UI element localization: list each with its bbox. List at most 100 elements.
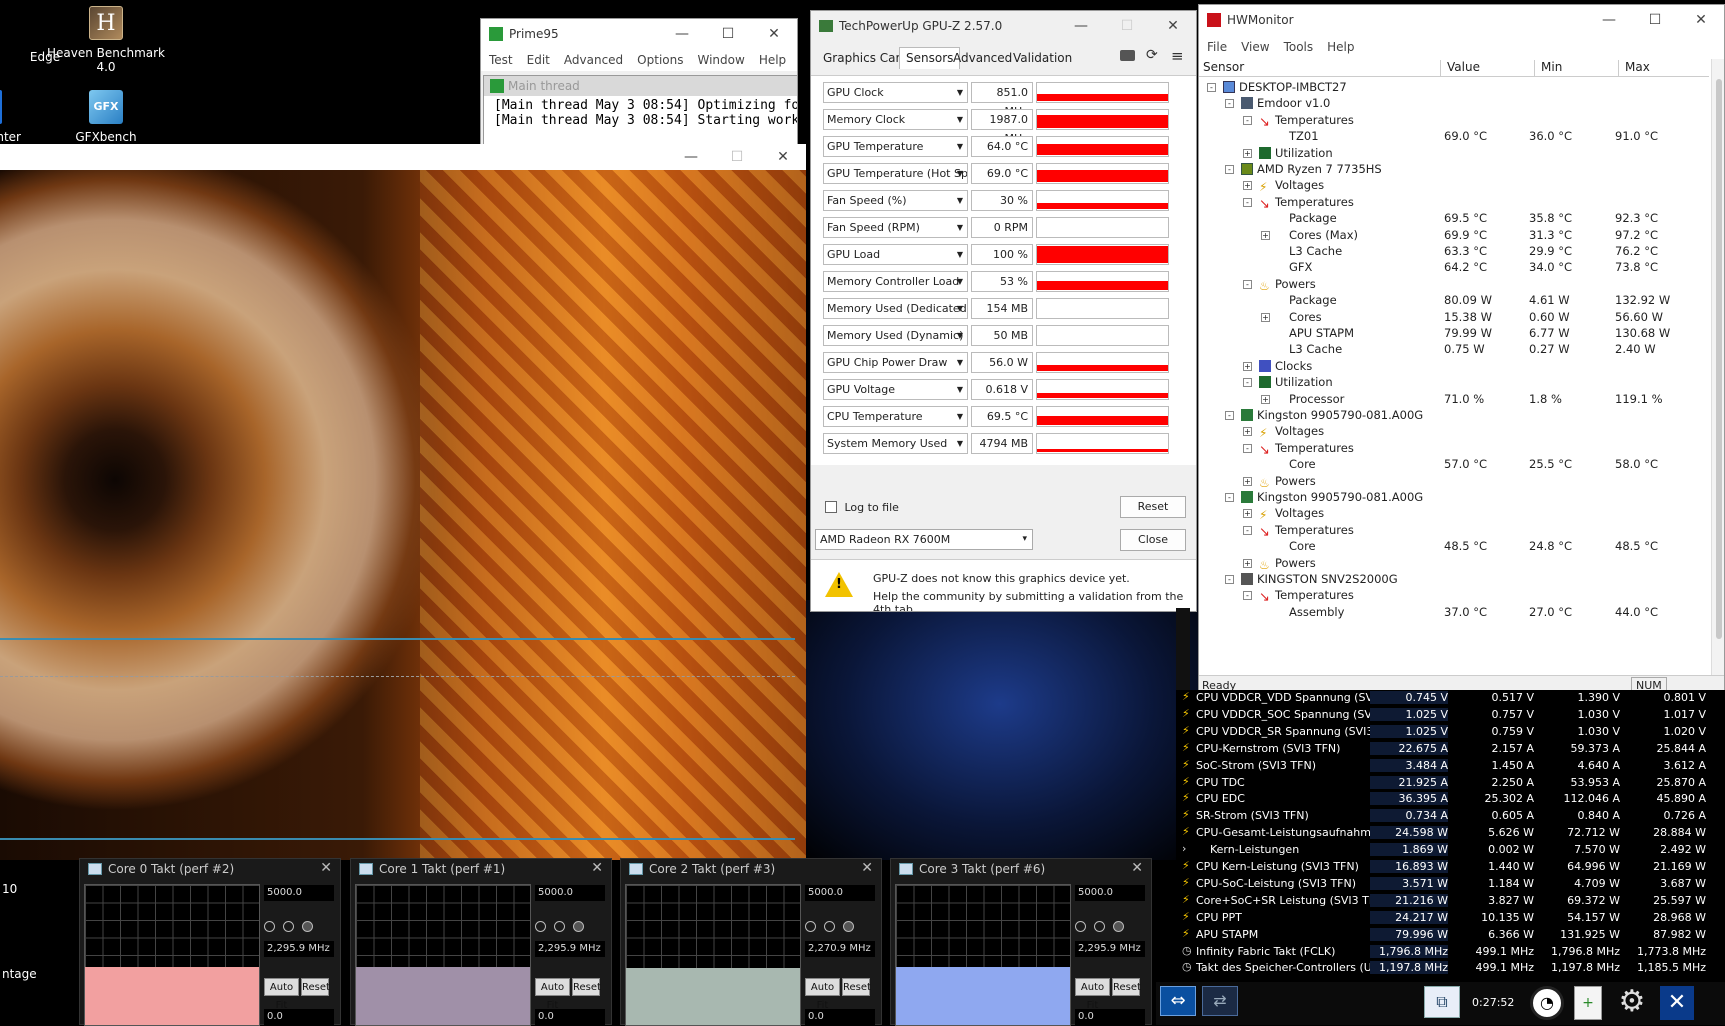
reset-button[interactable]: Reset: [301, 978, 330, 996]
tree-row[interactable]: APU STAPM 79.99 W 6.77 W 130.68 W: [1199, 325, 1709, 343]
col-max[interactable]: Max: [1618, 60, 1650, 77]
collapse-icon[interactable]: -: [1243, 443, 1252, 453]
sensor-row[interactable]: ⚡ CPU Kern-Leistung (SVI3 TFN) 16.893 W 1.4…: [1176, 859, 1716, 876]
tree-row[interactable]: - DESKTOP-IMBCT27: [1199, 79, 1709, 97]
camera-icon[interactable]: [1120, 50, 1135, 61]
sensor-row[interactable]: ⚡ CPU VDDCR_SR Spannung (SVI3 ... 1.025 V 0…: [1176, 724, 1716, 741]
sensor-name-dropdown[interactable]: GPU Temperature (Hot Spot) ▼: [823, 163, 968, 184]
tree-row[interactable]: + Clocks: [1199, 358, 1709, 376]
tree-row[interactable]: - AMD Ryzen 7 7735HS: [1199, 161, 1709, 179]
sensor-row[interactable]: ⚡ SoC-Strom (SVI3 TFN) 3.484 A 1.450 A 4.640…: [1176, 758, 1716, 775]
close-button[interactable]: ✕: [1150, 18, 1196, 34]
close-button[interactable]: ✕: [1678, 12, 1724, 28]
tree-row[interactable]: + Cores (Max) 69.9 °C 31.3 °C 97.2 °C: [1199, 227, 1709, 245]
tree-row[interactable]: + Utilization: [1199, 145, 1709, 163]
menu-edit[interactable]: Edit: [527, 53, 550, 67]
collapse-icon[interactable]: -: [1243, 197, 1252, 207]
maximize-button[interactable]: ☐: [714, 149, 760, 165]
sensor-row[interactable]: ⚡ CPU PPT 24.217 W 10.135 W 54.157 W 28.968 W: [1176, 910, 1716, 927]
menu-file[interactable]: File: [1207, 40, 1227, 54]
collapse-icon[interactable]: -: [1225, 411, 1234, 420]
menu-view[interactable]: View: [1241, 40, 1269, 54]
hwinfo-panel[interactable]: ⚡ CPU VDDCR_VDD Spannung (SVI... 0.745 V 0.…: [1176, 690, 1725, 980]
expand-icon[interactable]: +: [1243, 181, 1252, 191]
menu-tools[interactable]: Tools: [1284, 40, 1314, 54]
sensor-row[interactable]: ⚡ CPU TDC 21.925 A 2.250 A 53.953 A 25.870 A: [1176, 775, 1716, 792]
close-icon[interactable]: ✕: [591, 860, 603, 876]
tree-row[interactable]: + Cores 15.38 W 0.60 W 56.60 W: [1199, 309, 1709, 327]
auto-fit-button[interactable]: Auto Fit: [535, 978, 570, 1011]
tree-row[interactable]: - ↘ Temperatures: [1199, 112, 1709, 130]
reset-button[interactable]: Reset: [1112, 978, 1141, 996]
tree-row[interactable]: + ⚡ Voltages: [1199, 177, 1709, 195]
sensor-name-dropdown[interactable]: Fan Speed (%) ▼: [823, 190, 968, 211]
desktop-icon-heaven-benchmark[interactable]: H Heaven Benchmark 4.0: [46, 6, 166, 74]
benchmark-window[interactable]: — ☐ ✕: [0, 144, 806, 860]
tree-row[interactable]: - ↘ Temperatures: [1199, 587, 1709, 605]
collapse-icon[interactable]: -: [1243, 591, 1252, 601]
tree-row[interactable]: - Emdoor v1.0: [1199, 95, 1709, 113]
menu-help[interactable]: Help: [759, 53, 786, 67]
sensor-name-dropdown[interactable]: Memory Controller Load ▼: [823, 271, 968, 292]
sensor-row[interactable]: ◷ Takt des Speicher-Controllers (U... 1,19…: [1176, 960, 1716, 977]
minimize-button[interactable]: —: [659, 26, 705, 42]
sensor-name-dropdown[interactable]: Memory Used (Dynamic) ▼: [823, 325, 968, 346]
log-checkbox[interactable]: [825, 501, 837, 513]
sensor-row[interactable]: ⚡ CPU EDC 36.395 A 25.302 A 112.046 A 45.890 …: [1176, 791, 1716, 808]
menu-test[interactable]: Test: [489, 53, 513, 67]
report-icon[interactable]: +: [1574, 986, 1602, 1020]
close-button[interactable]: ✕: [760, 149, 806, 165]
collapse-icon[interactable]: -: [1243, 378, 1252, 388]
prime95-titlebar[interactable]: Prime95 — ☐ ✕: [481, 19, 797, 49]
tree-row[interactable]: - Kingston 9905790-081.A00G: [1199, 407, 1709, 425]
core-clock-graph-window[interactable]: Core 0 Takt (perf #2) ✕ 5000.0 2,295.9 MHz A…: [79, 858, 341, 1026]
tree-row[interactable]: - ↘ Temperatures: [1199, 440, 1709, 458]
log-to-file[interactable]: Log to file: [825, 501, 899, 514]
refresh-icon[interactable]: ⟳: [1146, 47, 1158, 63]
sensor-row[interactable]: ⚡ CPU VDDCR_SOC Spannung (SVI... 1.025 V 0.…: [1176, 707, 1716, 724]
tree-row[interactable]: GFX 64.2 °C 34.0 °C 73.8 °C: [1199, 259, 1709, 277]
main-thread-window[interactable]: Main thread [Main thread May 3 08:54] Op…: [483, 75, 797, 147]
radio-icon[interactable]: [824, 921, 835, 932]
minimize-button[interactable]: —: [668, 149, 714, 165]
tree-row[interactable]: + Processor 71.0 % 1.8 % 119.1 %: [1199, 391, 1709, 409]
expand-icon[interactable]: +: [1261, 394, 1270, 404]
tree-row[interactable]: - KINGSTON SNV2S2000G: [1199, 571, 1709, 589]
radio-icon[interactable]: [283, 921, 294, 932]
maximize-button[interactable]: ☐: [1104, 18, 1150, 34]
desktop-icon-gfxbench[interactable]: GFX GFXbench: [46, 90, 166, 144]
sensor-name-dropdown[interactable]: CPU Temperature ▼: [823, 406, 968, 427]
maximize-button[interactable]: ☐: [705, 26, 751, 42]
tree-row[interactable]: - ♨ Powers: [1199, 276, 1709, 294]
radio-icon[interactable]: [1075, 921, 1086, 932]
sensor-name-dropdown[interactable]: GPU Temperature ▼: [823, 136, 968, 157]
sensor-row[interactable]: ⚡ CPU-SoC-Leistung (SVI3 TFN) 3.571 W 1.184…: [1176, 876, 1716, 893]
reset-button[interactable]: Reset: [842, 978, 871, 996]
scroll-thumb[interactable]: [1716, 79, 1722, 639]
arrows-collapse-icon[interactable]: ⇄: [1202, 986, 1238, 1016]
menu-window[interactable]: Window: [697, 53, 744, 67]
collapse-icon[interactable]: -: [1225, 575, 1234, 584]
tree-row[interactable]: L3 Cache 63.3 °C 29.9 °C 76.2 °C: [1199, 243, 1709, 261]
tree-row[interactable]: Package 80.09 W 4.61 W 132.92 W: [1199, 292, 1709, 310]
collapse-icon[interactable]: -: [1243, 525, 1252, 535]
maximize-button[interactable]: ☐: [1632, 12, 1678, 28]
core-clock-graph-window[interactable]: Core 3 Takt (perf #6) ✕ 5000.0 2,295.9 MHz A…: [890, 858, 1152, 1026]
tree-row[interactable]: - Utilization: [1199, 374, 1709, 392]
close-icon[interactable]: ✕: [320, 860, 332, 876]
auto-fit-button[interactable]: Auto Fit: [805, 978, 840, 1011]
menu-icon[interactable]: ≡: [1171, 47, 1184, 65]
expand-icon[interactable]: +: [1243, 361, 1252, 371]
radio-icon[interactable]: [535, 921, 546, 932]
col-sensor[interactable]: Sensor: [1203, 60, 1244, 74]
auto-fit-button[interactable]: Auto Fit: [1075, 978, 1110, 1011]
radio-icon[interactable]: [264, 921, 275, 932]
sensor-name-dropdown[interactable]: Memory Used (Dedicated) ▼: [823, 298, 968, 319]
sensor-row[interactable]: ⚡ CPU-Gesamt-Leistungsaufnahme 24.598 W 5.6…: [1176, 825, 1716, 842]
tree-row[interactable]: - Kingston 9905790-081.A00G: [1199, 489, 1709, 507]
expand-icon[interactable]: +: [1243, 148, 1252, 158]
sensor-row[interactable]: ⚡ APU STAPM 79.996 W 6.366 W 131.925 W 87.982…: [1176, 927, 1716, 944]
device-select[interactable]: AMD Radeon RX 7600M ▾: [815, 529, 1033, 550]
sensor-row[interactable]: ⚡ CPU-Kernstrom (SVI3 TFN) 22.675 A 2.157 A…: [1176, 741, 1716, 758]
close-icon[interactable]: ✕: [1660, 986, 1694, 1020]
